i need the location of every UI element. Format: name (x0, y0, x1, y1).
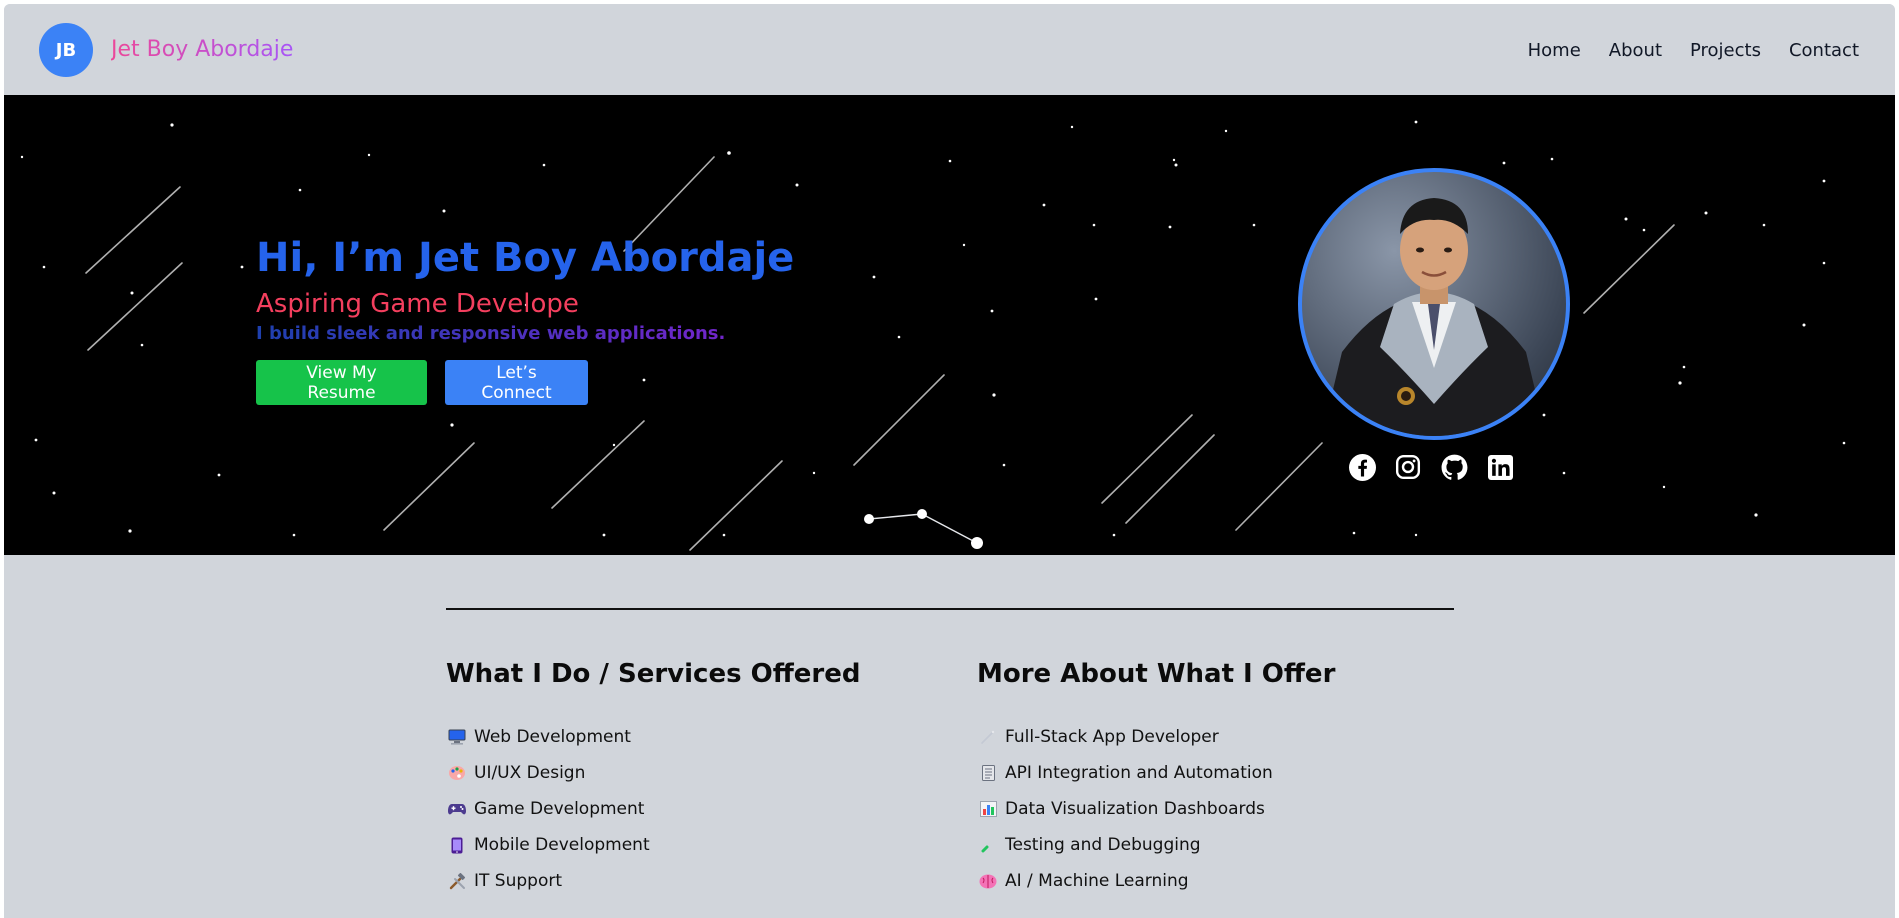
logo-badge[interactable]: JB (39, 23, 93, 77)
offer-list: Full-Stack App Developer API Integration… (977, 719, 1335, 899)
hero-subtitle: Aspiring Game Develope (256, 289, 579, 319)
document-icon (977, 765, 999, 781)
test-tube-icon (977, 837, 999, 853)
list-item-label: Testing and Debugging (1005, 835, 1201, 855)
brain-icon (977, 874, 999, 889)
nav-link-contact[interactable]: Contact (1789, 40, 1859, 61)
list-item: Web Development (446, 719, 860, 755)
services-column: What I Do / Services Offered Web Develop… (446, 659, 860, 899)
gamepad-icon (446, 802, 468, 816)
facebook-icon[interactable] (1348, 453, 1376, 481)
lets-connect-button[interactable]: Let’s Connect (445, 360, 588, 405)
profile-photo (1298, 168, 1570, 440)
hero-intro: Hi, I’m Jet Boy Abordaje Aspiring Game D… (256, 235, 794, 405)
list-item-label: IT Support (474, 871, 563, 891)
list-item: Testing and Debugging (977, 827, 1335, 863)
nav-links: Home About Projects Contact (1528, 40, 1859, 61)
list-item-label: API Integration and Automation (1005, 763, 1273, 783)
profile-portrait (1322, 198, 1546, 436)
list-item: API Integration and Automation (977, 755, 1335, 791)
hero-buttons: View My Resume Let’s Connect (256, 360, 794, 405)
social-links (1348, 453, 1514, 481)
brand-name[interactable]: Jet Boy Abordaje (111, 37, 293, 62)
instagram-icon[interactable] (1394, 453, 1422, 481)
hero-section: Hi, I’m Jet Boy Abordaje Aspiring Game D… (4, 95, 1895, 555)
services-heading: What I Do / Services Offered (446, 659, 861, 689)
list-item-label: AI / Machine Learning (1005, 871, 1189, 891)
list-item: IT Support (446, 863, 860, 899)
nav-link-projects[interactable]: Projects (1690, 40, 1761, 61)
list-item-label: Data Visualization Dashboards (1005, 799, 1265, 819)
list-item: Mobile Development (446, 827, 860, 863)
wand-icon (977, 729, 999, 745)
mobile-icon (446, 837, 468, 854)
list-item-label: Full-Stack App Developer (1005, 727, 1219, 747)
offer-column: More About What I Offer Full-Stack App D… (977, 659, 1335, 899)
nav-link-about[interactable]: About (1609, 40, 1662, 61)
computer-icon (446, 729, 468, 745)
offer-heading: More About What I Offer (977, 659, 1336, 689)
list-item-label: Game Development (474, 799, 645, 819)
list-item: Full-Stack App Developer (977, 719, 1335, 755)
hammer-wrench-icon (446, 872, 468, 890)
page: JB Jet Boy Abordaje Home About Projects … (4, 4, 1895, 918)
services-list: Web Development UI/UX Design Game Develo… (446, 719, 860, 899)
section-divider (446, 608, 1454, 610)
nav-link-home[interactable]: Home (1528, 40, 1581, 61)
hero-tagline: I build sleek and responsive web applica… (256, 323, 794, 344)
list-item: UI/UX Design (446, 755, 860, 791)
list-item-label: UI/UX Design (474, 763, 586, 783)
view-resume-button[interactable]: View My Resume (256, 360, 427, 405)
navbar: JB Jet Boy Abordaje Home About Projects … (4, 4, 1895, 95)
list-item: Game Development (446, 791, 860, 827)
palette-icon (446, 765, 468, 781)
hero-title: Hi, I’m Jet Boy Abordaje (256, 235, 795, 281)
list-item-label: Mobile Development (474, 835, 650, 855)
github-icon[interactable] (1440, 453, 1468, 481)
linkedin-icon[interactable] (1486, 453, 1514, 481)
list-item: AI / Machine Learning (977, 863, 1335, 899)
list-item-label: Web Development (474, 727, 631, 747)
bar-chart-icon (977, 801, 999, 817)
list-item: Data Visualization Dashboards (977, 791, 1335, 827)
